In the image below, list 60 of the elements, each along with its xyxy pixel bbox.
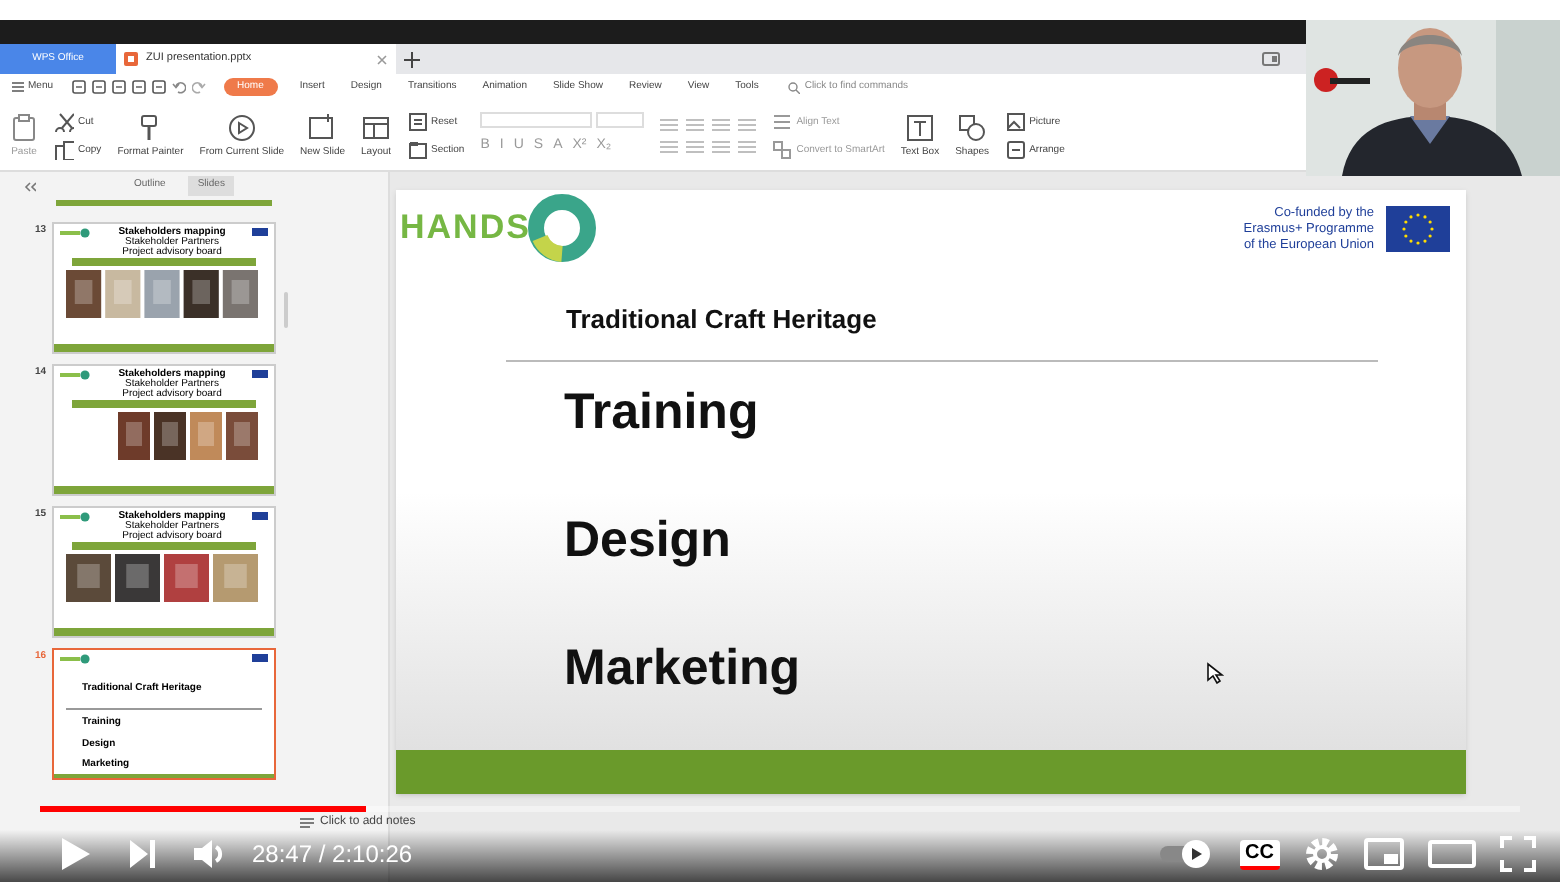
shapes-icon [958,113,987,141]
layout-icon [362,113,391,141]
undo-icon[interactable] [171,80,186,94]
close-icon[interactable] [376,53,388,65]
align-icon [772,111,793,131]
add-tab-icon[interactable] [404,51,420,67]
slide-bullet: Training [564,382,759,442]
flag-icon [252,370,268,378]
play-icon [227,113,256,141]
logo-icon [60,370,92,380]
menu-icon [12,82,24,92]
paragraph-format-icon[interactable] [712,139,731,153]
fullscreen-icon[interactable] [1500,836,1536,872]
search-icon [788,81,801,93]
volume-icon[interactable] [192,838,228,870]
flag-icon [252,228,268,236]
presentation-icon [124,52,138,66]
reset-icon [407,111,428,131]
flag-icon [252,654,268,662]
time-display: 28:47 / 2:10:26 [252,838,413,872]
cursor-icon [1206,662,1224,684]
theater-mode-icon[interactable] [1428,840,1476,868]
new-slide-icon [308,113,337,141]
logo-icon [60,654,92,664]
logo-text: HANDS [400,206,531,251]
scissors-icon [54,111,74,131]
next-icon[interactable] [128,838,156,870]
logo-ring-icon [528,194,597,262]
text-box-icon [906,113,934,141]
logo-icon [60,228,92,238]
notes-icon [300,818,314,828]
smartart-icon [772,139,793,159]
collapse-icon[interactable] [24,181,36,191]
redo-icon[interactable] [191,80,206,94]
slide-heading: Traditional Craft Heritage [566,304,877,334]
font-name-field[interactable] [480,112,593,129]
sidebar-toggle-icon[interactable] [1262,52,1280,66]
arrange-icon [1005,139,1026,159]
copy-icon [54,139,74,159]
flag-icon [1386,206,1450,252]
picture-icon [1005,111,1026,131]
paragraph-format-icon[interactable] [738,117,757,131]
font-size-field[interactable] [596,112,645,129]
paragraph-format-icon[interactable] [738,139,757,153]
autoplay-toggle-icon[interactable] [1159,838,1216,870]
paragraph-format-icon[interactable] [686,117,705,131]
logo-icon [60,512,92,522]
play-icon[interactable] [60,836,92,872]
miniplayer-icon[interactable] [1364,838,1404,870]
slide-bullet: Marketing [564,638,801,698]
paragraph-format-icon[interactable] [686,139,705,153]
flag-icon [252,512,268,520]
slide-bullet: Design [564,510,731,570]
clipboard-icon [10,113,38,141]
paragraph-format-icon[interactable] [712,117,731,131]
section-icon [407,139,428,159]
scrollbar[interactable] [284,292,288,328]
paragraph-format-icon[interactable] [660,117,679,131]
paragraph-format-icon[interactable] [660,139,679,153]
settings-icon[interactable] [1304,836,1340,872]
